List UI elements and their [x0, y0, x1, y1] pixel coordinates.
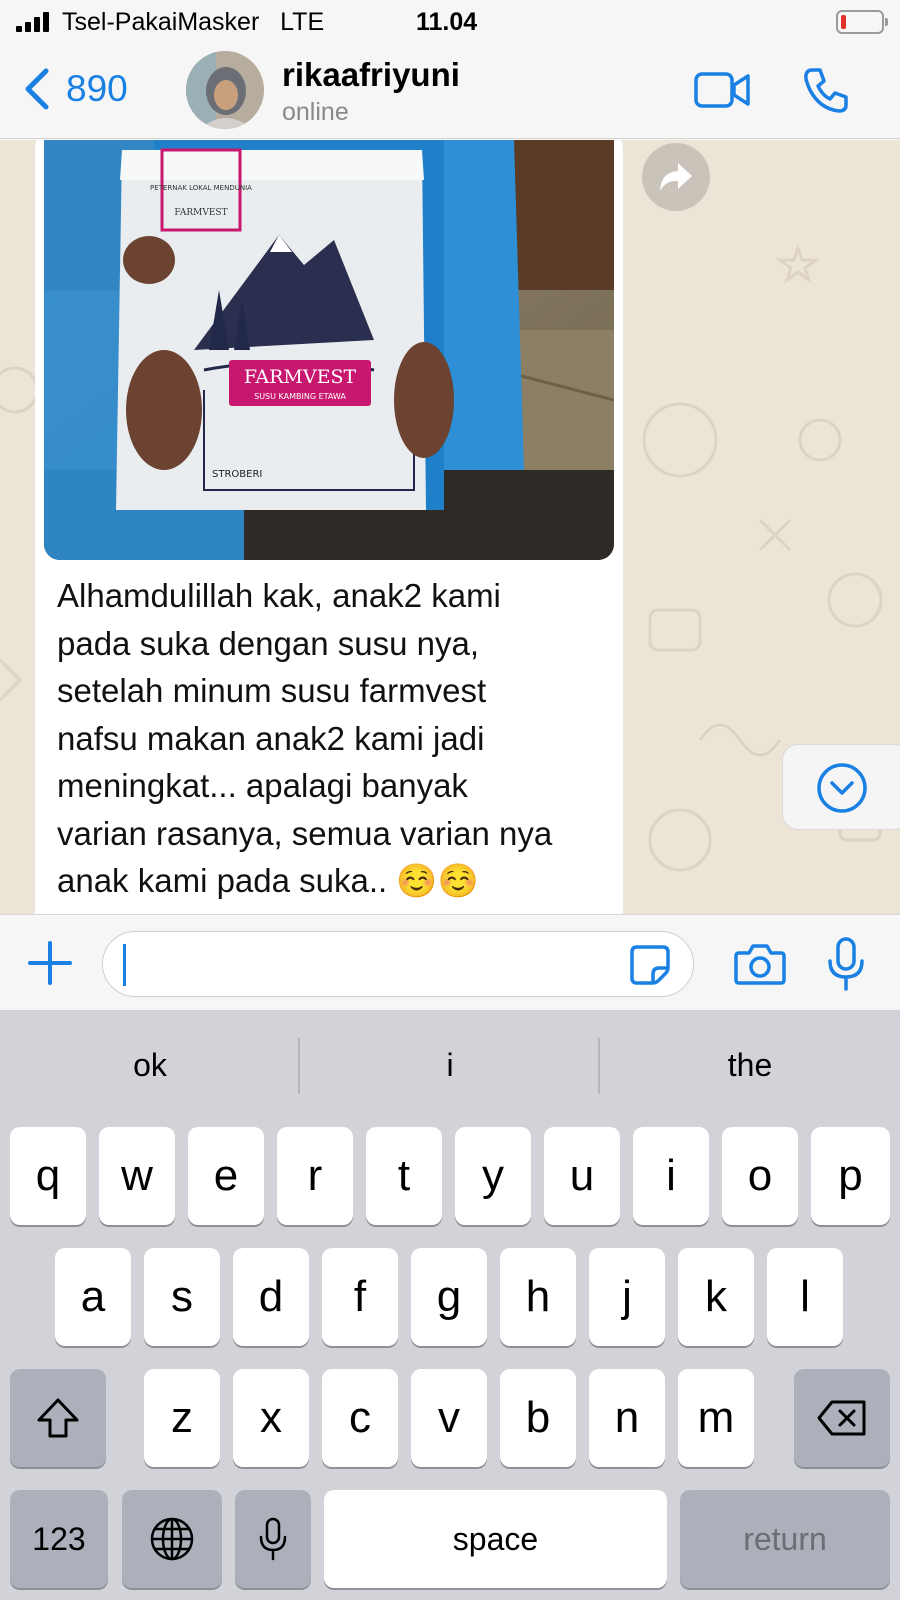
- key-d[interactable]: d: [233, 1248, 309, 1346]
- message-input[interactable]: [121, 938, 601, 990]
- keyboard: ok i the q w e r t y u i o p a s d f g h…: [0, 1010, 900, 1600]
- message-line: anak kami pada suka.. ☺️☺️: [57, 862, 479, 899]
- pack-brand: FARMVEST: [244, 366, 357, 388]
- key-v[interactable]: v: [411, 1369, 487, 1467]
- forward-button[interactable]: [642, 143, 710, 211]
- key-m[interactable]: m: [678, 1369, 754, 1467]
- carrier-label: Tsel-PakaiMasker LTE: [62, 8, 325, 36]
- key-c[interactable]: c: [322, 1369, 398, 1467]
- key-h[interactable]: h: [500, 1248, 576, 1346]
- sticker-icon[interactable]: [629, 944, 671, 986]
- dictation-key[interactable]: [235, 1490, 311, 1588]
- shift-key[interactable]: [10, 1369, 106, 1467]
- contact-status: online: [282, 98, 349, 126]
- message-text: Alhamdulillah kak, anak2 kami pada suka …: [57, 572, 627, 905]
- pack-flavor: STROBERI: [212, 469, 262, 480]
- clock: 11.04: [416, 8, 478, 36]
- key-r[interactable]: r: [277, 1127, 353, 1225]
- message-photo[interactable]: PETERNAK LOKAL MENDUNIA FARMVEST FARMVES…: [44, 140, 614, 560]
- back-button[interactable]: 890: [22, 64, 128, 114]
- message-line: meningkat... apalagi banyak: [57, 767, 468, 804]
- key-s[interactable]: s: [144, 1248, 220, 1346]
- plus-icon[interactable]: [28, 941, 72, 985]
- contact-name[interactable]: rikaafriyuni: [282, 56, 460, 94]
- key-g[interactable]: g: [411, 1248, 487, 1346]
- pack-product: SUSU KAMBING ETAWA: [254, 392, 346, 401]
- signal-icon: [16, 12, 52, 32]
- backspace-icon: [817, 1400, 866, 1436]
- globe-key[interactable]: [122, 1490, 222, 1588]
- suggestion-3[interactable]: the: [600, 1010, 900, 1120]
- return-key[interactable]: return: [680, 1490, 890, 1588]
- unread-count: 890: [66, 68, 128, 109]
- delete-key[interactable]: [794, 1369, 890, 1467]
- video-call-icon[interactable]: [694, 70, 750, 110]
- globe-icon: [150, 1517, 194, 1561]
- key-b[interactable]: b: [500, 1369, 576, 1467]
- phone-icon[interactable]: [802, 66, 850, 114]
- chevron-left-icon: [25, 68, 49, 110]
- chevron-down-circle-icon: [817, 763, 867, 813]
- key-u[interactable]: u: [544, 1127, 620, 1225]
- key-t[interactable]: t: [366, 1127, 442, 1225]
- chat-header: 890 rikaafriyuni online: [0, 44, 900, 139]
- pack-small-brand: FARMVEST: [174, 208, 227, 218]
- suggestion-1[interactable]: ok: [0, 1010, 300, 1120]
- pack-top-label: PETERNAK LOKAL MENDUNIA: [150, 184, 252, 192]
- key-n[interactable]: n: [589, 1369, 665, 1467]
- key-p[interactable]: p: [811, 1127, 890, 1225]
- key-j[interactable]: j: [589, 1248, 665, 1346]
- key-y[interactable]: y: [455, 1127, 531, 1225]
- key-w[interactable]: w: [99, 1127, 175, 1225]
- key-f[interactable]: f: [322, 1248, 398, 1346]
- key-l[interactable]: l: [767, 1248, 843, 1346]
- message-input-field[interactable]: [102, 931, 694, 997]
- key-i[interactable]: i: [633, 1127, 709, 1225]
- key-q[interactable]: q: [10, 1127, 86, 1225]
- microphone-icon: [259, 1517, 287, 1561]
- suggestion-2[interactable]: i: [300, 1010, 600, 1120]
- key-z[interactable]: z: [144, 1369, 220, 1467]
- message-line: pada suka dengan susu nya,: [57, 624, 479, 662]
- key-e[interactable]: e: [188, 1127, 264, 1225]
- key-a[interactable]: a: [55, 1248, 131, 1346]
- camera-icon[interactable]: [734, 943, 786, 985]
- message-line: setelah minum susu farmvest: [57, 672, 487, 709]
- key-k[interactable]: k: [678, 1248, 754, 1346]
- status-bar: Tsel-PakaiMasker LTE 11.04: [0, 0, 900, 44]
- chat-area[interactable]: PETERNAK LOKAL MENDUNIA FARMVEST FARMVES…: [0, 140, 900, 914]
- message-composer: [0, 914, 900, 1010]
- message-line: varian rasanya, semua varian nya: [57, 814, 553, 852]
- scroll-to-bottom-button[interactable]: [782, 744, 900, 830]
- message-line: Alhamdulillah kak, anak2 kami: [57, 577, 501, 614]
- forward-icon: [660, 163, 692, 191]
- shift-icon: [37, 1398, 79, 1438]
- avatar[interactable]: [186, 51, 264, 129]
- message-line: nafsu makan anak2 kami jadi: [57, 719, 485, 757]
- battery-icon: [836, 10, 888, 34]
- numbers-key[interactable]: 123: [10, 1490, 108, 1588]
- space-key[interactable]: space: [324, 1490, 667, 1588]
- microphone-icon[interactable]: [826, 937, 866, 991]
- key-o[interactable]: o: [722, 1127, 798, 1225]
- key-x[interactable]: x: [233, 1369, 309, 1467]
